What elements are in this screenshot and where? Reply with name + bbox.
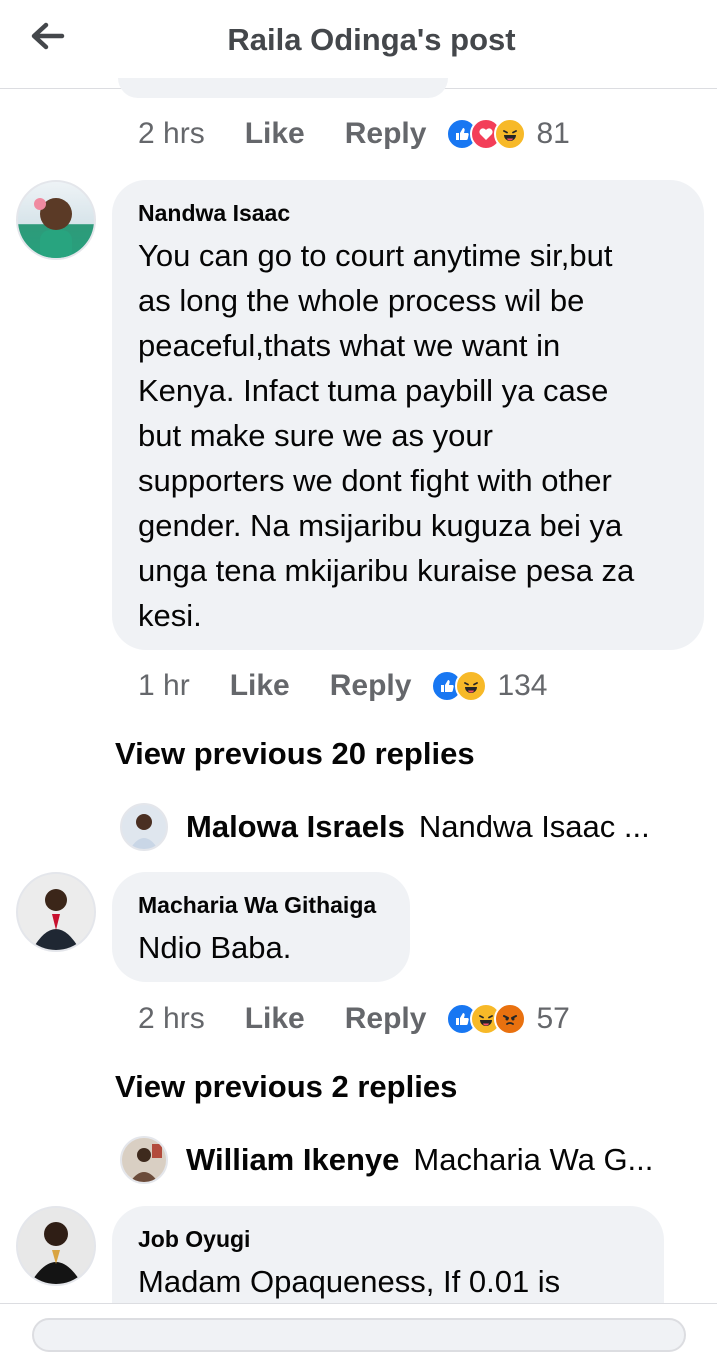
avatar bbox=[120, 1136, 168, 1184]
comment-line: unga tena mkijaribu kuraise pesa za bbox=[138, 553, 635, 588]
reply-preview[interactable]: William Ikenye Macharia Wa G... bbox=[120, 1135, 653, 1185]
reply-author-name: Malowa Israels bbox=[186, 809, 405, 844]
comment-line: supporters we dont fight with other bbox=[138, 463, 612, 498]
comment-line: Kenya. Infact tuma paybill ya case bbox=[138, 373, 609, 408]
reply-button[interactable]: Reply bbox=[330, 669, 412, 703]
avatar[interactable] bbox=[16, 872, 96, 952]
reaction-count: 81 bbox=[536, 117, 570, 150]
comment-input[interactable] bbox=[32, 1318, 686, 1352]
comment-time[interactable]: 1 hr bbox=[138, 669, 190, 703]
reaction-summary[interactable] bbox=[446, 1003, 527, 1035]
previous-comment-bubble bbox=[118, 78, 448, 98]
reaction-summary[interactable] bbox=[446, 118, 527, 150]
avatar bbox=[120, 803, 168, 851]
reply-button[interactable]: Reply bbox=[345, 117, 427, 151]
view-previous-replies-link[interactable]: View previous 20 replies bbox=[115, 736, 475, 772]
commenter-name[interactable]: Nandwa Isaac bbox=[138, 200, 678, 227]
page-title: Raila Odinga's post bbox=[227, 22, 516, 57]
like-button[interactable]: Like bbox=[245, 117, 305, 151]
comment-line: You can go to court anytime sir,but bbox=[138, 238, 613, 273]
reply-preview-text: Macharia Wa G... bbox=[413, 1142, 654, 1177]
comment-text: Ndio Baba. bbox=[138, 930, 292, 965]
comment-bubble: Macharia Wa Githaiga Ndio Baba. bbox=[112, 872, 410, 982]
reply-preview[interactable]: Malowa Israels Nandwa Isaac ... bbox=[120, 802, 650, 852]
view-previous-replies-link[interactable]: View previous 2 replies bbox=[115, 1069, 457, 1105]
reply-author-name: William Ikenye bbox=[186, 1142, 400, 1177]
comment-actions: 1 hr Like Reply 134 bbox=[138, 666, 548, 706]
comment-text: You can go to court anytime sir,but as l… bbox=[138, 233, 678, 638]
reaction-count: 134 bbox=[497, 669, 548, 702]
reply-preview-text: Nandwa Isaac ... bbox=[418, 809, 650, 844]
commenter-name[interactable]: Macharia Wa Githaiga bbox=[138, 892, 384, 919]
angry-icon bbox=[494, 1003, 527, 1035]
comment-bubble: Nandwa Isaac You can go to court anytime… bbox=[112, 180, 704, 650]
commenter-name[interactable]: Job Oyugi bbox=[138, 1226, 638, 1253]
comment-line: kesi. bbox=[138, 598, 202, 633]
comment-line: gender. Na msijaribu kuguza bei ya bbox=[138, 508, 623, 543]
comment-time[interactable]: 2 hrs bbox=[138, 1002, 205, 1036]
comment-actions: 2 hrs Like Reply 57 bbox=[138, 999, 570, 1039]
comment-actions: 2 hrs Like Reply 81 bbox=[138, 114, 570, 154]
comment-time[interactable]: 2 hrs bbox=[138, 117, 205, 151]
header-bar: Raila Odinga's post bbox=[0, 0, 717, 89]
comment-text: Madam Opaqueness, If 0.01 is bbox=[138, 1264, 561, 1299]
avatar[interactable] bbox=[16, 1206, 96, 1286]
avatar[interactable] bbox=[16, 180, 96, 260]
reply-button[interactable]: Reply bbox=[345, 1002, 427, 1036]
reaction-count: 57 bbox=[536, 1002, 570, 1035]
comment-line: as long the whole process wil be bbox=[138, 283, 585, 318]
comment-line: but make sure we as your bbox=[138, 418, 493, 453]
comment-line: peaceful,thats what we want in bbox=[138, 328, 561, 363]
like-button[interactable]: Like bbox=[245, 1002, 305, 1036]
haha-icon bbox=[494, 118, 527, 150]
reaction-summary[interactable] bbox=[431, 670, 488, 702]
like-button[interactable]: Like bbox=[230, 669, 290, 703]
haha-icon bbox=[455, 670, 488, 702]
